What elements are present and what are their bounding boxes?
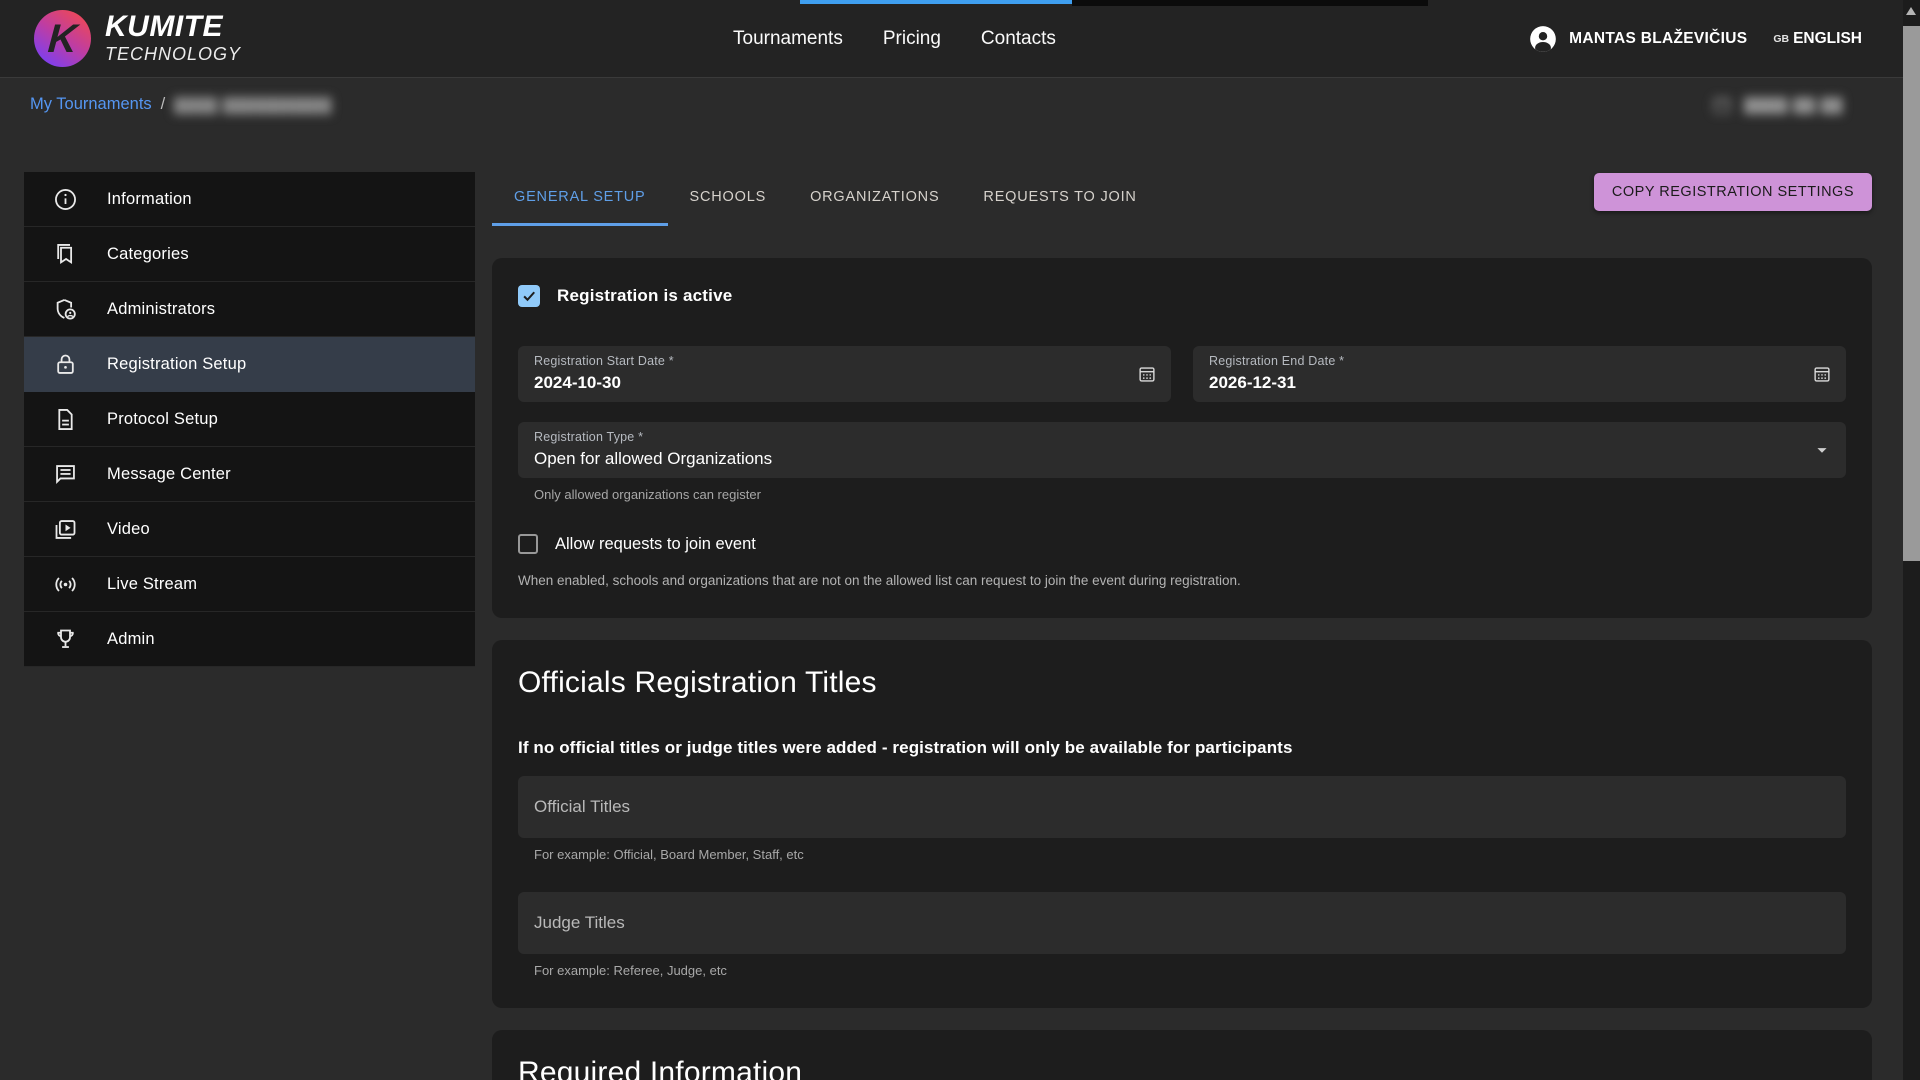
registration-type-value: Open for allowed Organizations: [534, 449, 772, 469]
breadcrumb-separator: /: [161, 95, 166, 114]
sidebar-item-label: Categories: [107, 245, 189, 264]
sidebar-item-label: Admin: [107, 630, 155, 649]
top-navigation-bar: K KUMITE TECHNOLOGY Tournaments Pricing …: [0, 0, 1920, 78]
registration-active-checkbox-row[interactable]: Registration is active: [518, 284, 1846, 308]
language-name: ENGLISH: [1793, 30, 1862, 48]
sidebar-item-message-center[interactable]: Message Center: [24, 447, 475, 502]
official-titles-input[interactable]: Official Titles: [518, 776, 1846, 838]
sidebar-item-label: Information: [107, 190, 192, 209]
sidebar-item-label: Live Stream: [107, 575, 197, 594]
nav-link-pricing[interactable]: Pricing: [883, 28, 941, 50]
registration-type-select[interactable]: Registration Type * Open for allowed Org…: [518, 422, 1846, 478]
judge-titles-input[interactable]: Judge Titles: [518, 892, 1846, 954]
judge-titles-placeholder: Judge Titles: [534, 913, 625, 933]
sidebar-item-administrators[interactable]: Administrators: [24, 282, 475, 337]
broadcast-icon: [52, 571, 79, 598]
calendar-icon[interactable]: [1136, 363, 1158, 385]
allow-requests-checkbox-row[interactable]: Allow requests to join event: [518, 532, 1846, 556]
sidebar-item-label: Protocol Setup: [107, 410, 218, 429]
top-progress-strip: [800, 0, 1072, 4]
registration-settings-card: Registration is active Registration Star…: [492, 258, 1872, 618]
sidebar-item-categories[interactable]: Categories: [24, 227, 475, 282]
breadcrumb-row: My Tournaments / ████ ██████████ ████-██…: [0, 79, 1903, 137]
registration-type-label: Registration Type *: [534, 430, 643, 444]
brand-text: KUMITE TECHNOLOGY: [105, 12, 241, 65]
sidebar-item-admin[interactable]: Admin: [24, 612, 475, 667]
official-titles-placeholder: Official Titles: [534, 797, 630, 817]
main-nav-links: Tournaments Pricing Contacts: [733, 0, 1056, 78]
tab-schools[interactable]: SCHOOLS: [668, 170, 789, 226]
allow-requests-label: Allow requests to join event: [555, 535, 756, 554]
brand-name: KUMITE: [105, 12, 241, 42]
required-information-card: Required Information: [492, 1030, 1872, 1080]
required-information-title: Required Information: [518, 1056, 1846, 1080]
date-fields-row: Registration Start Date * 2024-10-30 Reg…: [518, 346, 1846, 402]
sidebar-item-label: Administrators: [107, 300, 215, 319]
brand-logo[interactable]: K KUMITE TECHNOLOGY: [34, 10, 241, 67]
user-menu[interactable]: MANTAS BLAŽEVIČIUS GB ENGLISH: [1529, 0, 1862, 78]
nav-link-tournaments[interactable]: Tournaments: [733, 28, 843, 50]
header-date-chip-redacted: ████-██-██: [1710, 93, 1843, 117]
officials-registration-titles-card: Officials Registration Titles If no offi…: [492, 640, 1872, 1008]
sidebar-item-label: Message Center: [107, 465, 231, 484]
lock-icon: [52, 351, 79, 378]
page-scrollbar[interactable]: [1903, 0, 1920, 1080]
start-date-label: Registration Start Date *: [534, 354, 674, 368]
registration-end-date-field[interactable]: Registration End Date * 2026-12-31: [1193, 346, 1846, 402]
allow-requests-helper: When enabled, schools and organizations …: [518, 573, 1846, 588]
tab-organizations[interactable]: ORGANIZATIONS: [788, 170, 961, 226]
registration-type-helper: Only allowed organizations can register: [534, 487, 1846, 502]
sidebar-item-information[interactable]: Information: [24, 172, 475, 227]
scrollbar-up-arrow-icon[interactable]: [1906, 7, 1916, 15]
tab-requests-to-join[interactable]: REQUESTS TO JOIN: [961, 170, 1158, 226]
scrollbar-thumb[interactable]: [1903, 26, 1920, 561]
sidebar-item-video[interactable]: Video: [24, 502, 475, 557]
kumite-logo-icon: K: [34, 10, 91, 67]
nav-link-contacts[interactable]: Contacts: [981, 28, 1056, 50]
sidebar-item-registration-setup[interactable]: Registration Setup: [24, 337, 475, 392]
officials-card-description: If no official titles or judge titles we…: [518, 738, 1846, 758]
sidebar-item-live-stream[interactable]: Live Stream: [24, 557, 475, 612]
breadcrumb-current-redacted: ████ ██████████: [174, 97, 332, 113]
language-selector[interactable]: GB ENGLISH: [1773, 30, 1862, 48]
brand-subtitle: TECHNOLOGY: [105, 44, 241, 65]
officials-card-title: Officials Registration Titles: [518, 666, 1846, 700]
tab-general-setup[interactable]: GENERAL SETUP: [492, 170, 668, 226]
breadcrumb: My Tournaments / ████ ██████████: [30, 95, 332, 114]
user-name: MANTAS BLAŽEVIČIUS: [1569, 30, 1747, 48]
calendar-icon[interactable]: [1811, 363, 1833, 385]
end-date-label: Registration End Date *: [1209, 354, 1344, 368]
tournament-sidebar: Information Categories Administrators Re…: [24, 172, 475, 667]
masked-date-text: ████-██-██: [1744, 97, 1843, 113]
breadcrumb-my-tournaments[interactable]: My Tournaments: [30, 95, 152, 114]
language-flag-code: GB: [1773, 33, 1789, 45]
checkbox-checked-icon[interactable]: [518, 285, 540, 307]
document-icon: [52, 406, 79, 433]
chat-icon: [52, 461, 79, 488]
sidebar-item-protocol-setup[interactable]: Protocol Setup: [24, 392, 475, 447]
end-date-value: 2026-12-31: [1209, 373, 1296, 393]
registration-active-label: Registration is active: [557, 286, 732, 306]
copy-registration-settings-button[interactable]: COPY REGISTRATION SETTINGS: [1594, 173, 1872, 211]
judge-titles-helper: For example: Referee, Judge, etc: [534, 963, 1846, 978]
logo-letter: K: [47, 19, 79, 59]
sidebar-item-label: Registration Setup: [107, 355, 246, 374]
chevron-down-icon[interactable]: [1811, 439, 1833, 461]
calendar-icon: [1710, 93, 1734, 117]
checkbox-unchecked-icon[interactable]: [518, 534, 538, 554]
top-dark-strip: [1072, 0, 1428, 6]
registration-tabs-row: GENERAL SETUP SCHOOLS ORGANIZATIONS REQU…: [492, 170, 1872, 226]
shield-person-icon: [52, 296, 79, 323]
start-date-value: 2024-10-30: [534, 373, 621, 393]
user-avatar-icon: [1529, 25, 1557, 53]
sidebar-item-label: Video: [107, 520, 150, 539]
official-titles-helper: For example: Official, Board Member, Sta…: [534, 847, 1846, 862]
registration-start-date-field[interactable]: Registration Start Date * 2024-10-30: [518, 346, 1171, 402]
main-content: GENERAL SETUP SCHOOLS ORGANIZATIONS REQU…: [492, 170, 1872, 1080]
trophy-icon: [52, 626, 79, 653]
info-icon: [52, 186, 79, 213]
video-library-icon: [52, 516, 79, 543]
bookmark-icon: [52, 241, 79, 268]
